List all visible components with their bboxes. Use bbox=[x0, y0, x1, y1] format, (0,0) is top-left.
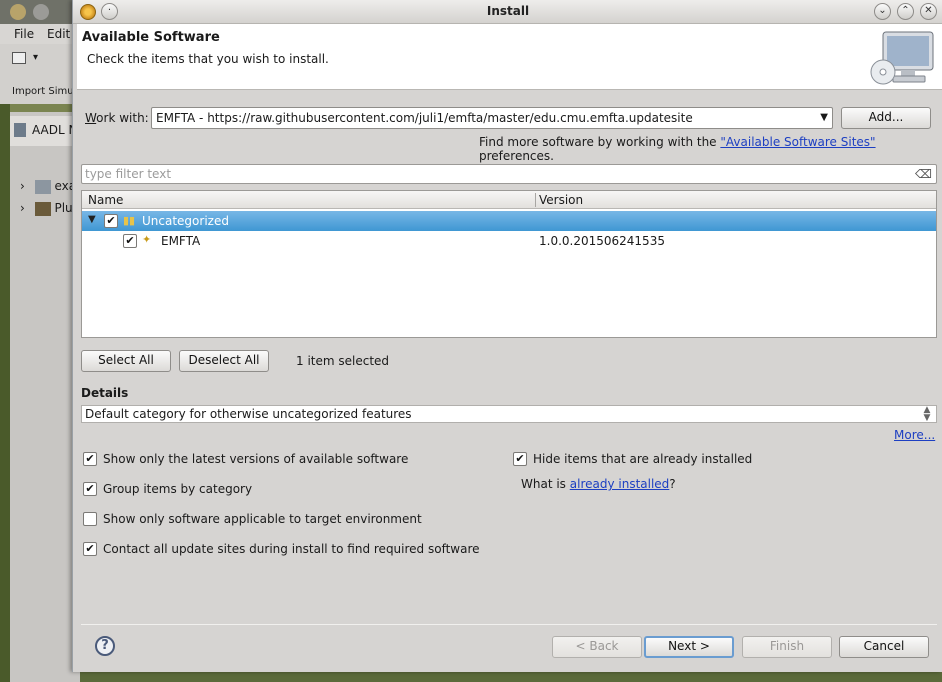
page-title: Available Software bbox=[82, 30, 220, 45]
dialog-titlebar[interactable]: · Install ⌄ ⌃ ✕ bbox=[73, 0, 942, 24]
background-menubar: File Edit bbox=[0, 24, 80, 44]
chevron-down-icon[interactable]: ▼ bbox=[820, 112, 828, 123]
project-icon bbox=[34, 179, 51, 194]
import-label: Import Simu bbox=[12, 86, 74, 97]
back-button[interactable]: < Back bbox=[552, 636, 642, 658]
background-toolbar: ▾ bbox=[0, 44, 80, 78]
menu-file[interactable]: File bbox=[14, 27, 34, 41]
dropdown-icon[interactable]: ▾ bbox=[33, 52, 38, 63]
background-import-bar: Import Simu bbox=[0, 78, 80, 104]
more-link[interactable]: More... bbox=[894, 428, 935, 442]
row-checkbox[interactable]: ✔ bbox=[104, 214, 118, 228]
app-icon bbox=[10, 4, 26, 20]
work-with-value: EMFTA - https://raw.githubusercontent.co… bbox=[156, 111, 693, 125]
table-row[interactable]: ✔ ✦ EMFTA 1.0.0.201506241535 bbox=[82, 231, 936, 251]
page-description: Check the items that you wish to install… bbox=[87, 52, 329, 66]
view-icon bbox=[14, 123, 26, 137]
install-monitor-icon bbox=[870, 31, 934, 85]
finish-button[interactable]: Finish bbox=[742, 636, 832, 658]
contact-update-sites-checkbox[interactable]: ✔ bbox=[83, 542, 97, 556]
plugin-icon bbox=[34, 201, 51, 216]
row-checkbox[interactable]: ✔ bbox=[123, 234, 137, 248]
scroll-arrows-icon[interactable]: ▲ ▼ bbox=[921, 406, 933, 423]
details-heading: Details bbox=[81, 386, 129, 400]
details-text: Default category for otherwise uncategor… bbox=[81, 405, 937, 423]
help-icon[interactable]: ? bbox=[95, 636, 115, 656]
available-software-sites-link[interactable]: "Available Software Sites" bbox=[720, 135, 875, 149]
hide-installed-checkbox[interactable]: ✔ bbox=[513, 452, 527, 466]
tree-item-label: Plu bbox=[54, 201, 73, 215]
maximize-icon[interactable]: ⌃ bbox=[897, 3, 914, 20]
add-button[interactable]: Add... bbox=[841, 107, 931, 129]
find-more-text: Find more software by working with the "… bbox=[479, 135, 876, 163]
filter-placeholder: type filter text bbox=[85, 167, 172, 181]
feature-icon: ✦ bbox=[142, 233, 152, 246]
select-all-button[interactable]: Select All bbox=[81, 350, 171, 372]
row-name: EMFTA bbox=[161, 234, 201, 248]
installed-question: What is already installed? bbox=[521, 477, 676, 491]
view-tab-label: AADL N bbox=[32, 123, 78, 137]
dialog-title: Install bbox=[486, 4, 530, 18]
chevron-right-icon: › bbox=[20, 179, 25, 193]
minimize-icon[interactable]: ⌄ bbox=[874, 3, 891, 20]
column-header-version[interactable]: Version bbox=[539, 193, 583, 207]
group-by-category-checkbox[interactable]: ✔ bbox=[83, 482, 97, 496]
column-divider[interactable] bbox=[535, 193, 536, 207]
software-table[interactable]: Name Version ▼ ✔ ▮▮ Uncategorized ✔ ✦ EM… bbox=[81, 190, 937, 338]
tree-item[interactable]: › exa bbox=[20, 179, 76, 194]
close-icon[interactable]: ✕ bbox=[920, 3, 937, 20]
chevron-down-icon[interactable]: ▼ bbox=[88, 214, 96, 225]
menu-edit[interactable]: Edit bbox=[47, 27, 70, 41]
clear-filter-icon[interactable]: ⌫ bbox=[915, 167, 932, 181]
option-label: Contact all update sites during install … bbox=[103, 542, 480, 556]
work-with-combo[interactable]: EMFTA - https://raw.githubusercontent.co… bbox=[151, 107, 833, 129]
background-titlebar bbox=[0, 0, 80, 24]
footer-separator bbox=[81, 624, 937, 625]
background-strip bbox=[0, 104, 10, 682]
chevron-right-icon: › bbox=[20, 201, 25, 215]
category-icon: ▮▮ bbox=[123, 214, 136, 227]
latest-versions-checkbox[interactable]: ✔ bbox=[83, 452, 97, 466]
column-header-name[interactable]: Name bbox=[88, 193, 123, 207]
table-row[interactable]: ▼ ✔ ▮▮ Uncategorized bbox=[82, 211, 936, 231]
cancel-button[interactable]: Cancel bbox=[839, 636, 929, 658]
option-label: Hide items that are already installed bbox=[533, 452, 753, 466]
dialog-header: Available Software Check the items that … bbox=[77, 24, 942, 90]
background-view-tab[interactable]: AADL N bbox=[10, 116, 80, 146]
selection-status: 1 item selected bbox=[296, 354, 390, 368]
option-label: Show only software applicable to target … bbox=[103, 512, 422, 526]
target-environment-checkbox[interactable]: ✔ bbox=[83, 512, 97, 526]
next-button[interactable]: Next > bbox=[644, 636, 734, 658]
deselect-all-button[interactable]: Deselect All bbox=[179, 350, 269, 372]
background-tree: › exa › Plu bbox=[14, 175, 80, 235]
filter-input[interactable]: type filter text ⌫ bbox=[81, 164, 937, 184]
option-label: Group items by category bbox=[103, 482, 253, 496]
minimize-icon[interactable] bbox=[33, 4, 49, 20]
tree-item[interactable]: › Plu bbox=[20, 201, 73, 216]
row-name: Uncategorized bbox=[142, 214, 229, 228]
option-label: Show only the latest versions of availab… bbox=[103, 452, 409, 466]
already-installed-link[interactable]: already installed bbox=[570, 477, 670, 491]
new-icon[interactable] bbox=[12, 52, 26, 64]
install-dialog: · Install ⌄ ⌃ ✕ Available Software Check… bbox=[72, 0, 942, 672]
table-header: Name Version bbox=[82, 191, 936, 209]
work-with-label: Work with: bbox=[85, 111, 149, 125]
row-version: 1.0.0.201506241535 bbox=[539, 234, 665, 248]
